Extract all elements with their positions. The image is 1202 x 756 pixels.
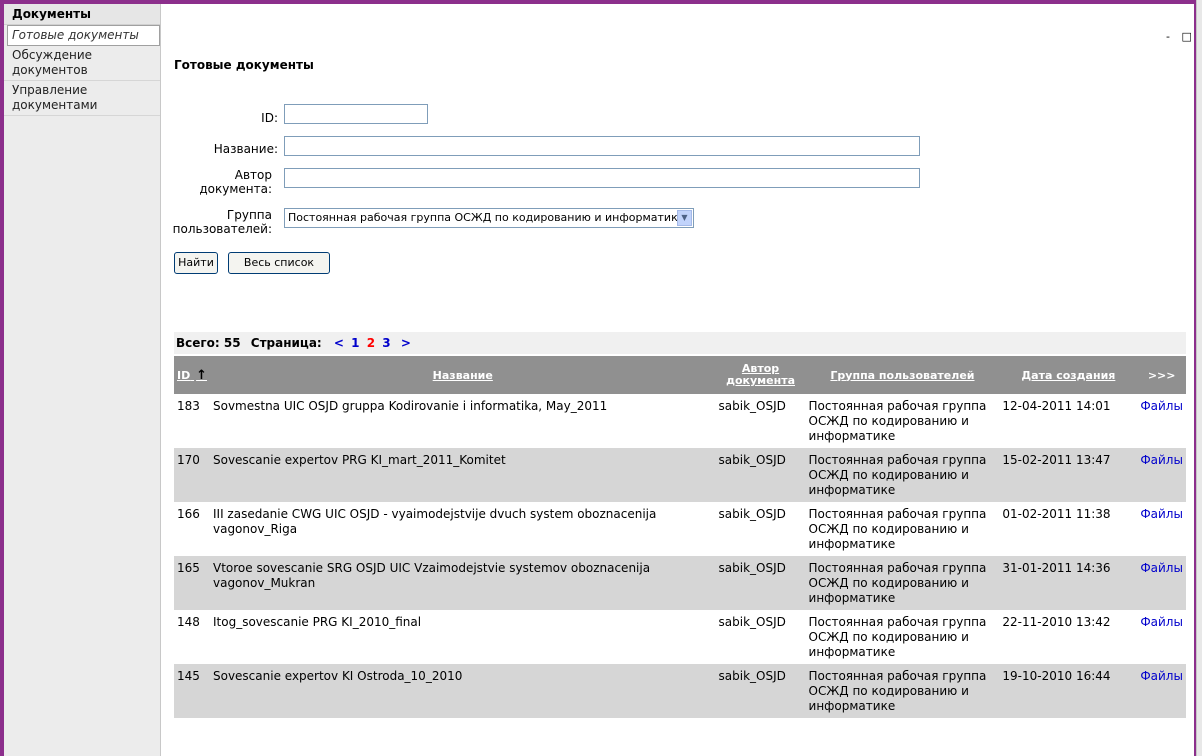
files-link[interactable]: Файлы (1137, 556, 1186, 610)
cell-id: 145 (177, 669, 200, 683)
column-header-more[interactable]: >>> (1137, 356, 1186, 394)
cell-group: Постоянная рабочая группа ОСЖД по кодиро… (808, 507, 987, 551)
prev-page-link[interactable]: < (334, 336, 344, 350)
minimize-icon[interactable]: - (1166, 30, 1170, 43)
column-header-id-label: ID (177, 368, 191, 382)
cell-id: 165 (177, 561, 200, 575)
author-label-line1: Автор (234, 168, 272, 182)
chevron-down-icon[interactable]: ▼ (677, 210, 692, 226)
cell-date: 19-10-2010 16:44 (1002, 669, 1111, 683)
table-row: 183 Sovmestna UIC OSJD gruppa Kodirovani… (174, 394, 1186, 448)
page-link-2[interactable]: 2 (367, 336, 375, 350)
page-title: Готовые документы (174, 58, 314, 72)
table-row: 170 Sovescanie expertov PRG KI_mart_2011… (174, 448, 1186, 502)
author-label-line2: документа: (199, 182, 272, 196)
cell-name: Sovescanie expertov KI Ostroda_10_2010 (212, 669, 463, 683)
table-row: 145 Sovescanie expertov KI Ostroda_10_20… (174, 664, 1186, 718)
cell-date: 31-01-2011 14:36 (1002, 561, 1111, 575)
page-label: Страница: (250, 336, 322, 350)
cell-name: Itog_sovescanie PRG KI_2010_final (212, 615, 422, 629)
column-header-author[interactable]: Автор документа (716, 356, 806, 394)
cell-name: Vtoroe sovescanie SRG OSJD UIC Vzaimodej… (212, 561, 651, 590)
cell-author: sabik_OSJD (718, 399, 786, 413)
pagination-bar: Всего: 55 Страница: < 1 2 3 > (174, 332, 1186, 354)
cell-name: III zasedanie CWG UIC OSJD - vyaimodejst… (212, 507, 657, 536)
table-row: 165 Vtoroe sovescanie SRG OSJD UIC Vzaim… (174, 556, 1186, 610)
sidebar-item-document-discussion[interactable]: Обсуждение документов (4, 46, 160, 81)
sidebar: Документы Готовые документы Обсуждение д… (4, 4, 161, 756)
cell-author: sabik_OSJD (718, 615, 786, 629)
cell-name: Sovmestna UIC OSJD gruppa Kodirovanie i … (212, 399, 608, 413)
name-input[interactable] (284, 136, 920, 156)
cell-id: 148 (177, 615, 200, 629)
cell-date: 22-11-2010 13:42 (1002, 615, 1111, 629)
next-page-link[interactable]: > (401, 336, 411, 350)
page-link-1[interactable]: 1 (351, 336, 359, 350)
total-count: Всего: 55 (176, 336, 241, 350)
sidebar-item-ready-documents[interactable]: Готовые документы (7, 25, 160, 46)
cell-id: 183 (177, 399, 200, 413)
table-row: 148 Itog_sovescanie PRG KI_2010_final sa… (174, 610, 1186, 664)
window-controls: - □ (1158, 30, 1192, 43)
column-header-group[interactable]: Группа пользователей (806, 356, 1000, 394)
author-label: Автор документа: (174, 168, 272, 196)
author-input[interactable] (284, 168, 920, 188)
cell-id: 170 (177, 453, 200, 467)
maximize-icon[interactable]: □ (1181, 30, 1191, 43)
cell-author: sabik_OSJD (718, 453, 786, 467)
cell-group: Постоянная рабочая группа ОСЖД по кодиро… (808, 615, 987, 659)
cell-date: 01-02-2011 11:38 (1002, 507, 1111, 521)
sidebar-header: Документы (4, 4, 160, 25)
cell-group: Постоянная рабочая группа ОСЖД по кодиро… (808, 669, 987, 713)
find-button[interactable]: Найти (174, 252, 218, 274)
cell-name: Sovescanie expertov PRG KI_mart_2011_Kom… (212, 453, 506, 467)
files-link[interactable]: Файлы (1137, 448, 1186, 502)
group-label: Группа пользователей: (164, 208, 272, 236)
vertical-scrollbar[interactable] (1196, 0, 1202, 756)
table-row: 166 III zasedanie CWG UIC OSJD - vyaimod… (174, 502, 1186, 556)
group-label-line1: Группа (226, 208, 272, 222)
files-link[interactable]: Файлы (1137, 610, 1186, 664)
cell-group: Постоянная рабочая группа ОСЖД по кодиро… (808, 453, 987, 497)
sidebar-item-document-management[interactable]: Управление документами (4, 81, 160, 116)
column-header-id[interactable]: ID ↑ (174, 356, 210, 394)
cell-date: 12-04-2011 14:01 (1002, 399, 1111, 413)
cell-group: Постоянная рабочая группа ОСЖД по кодиро… (808, 561, 987, 605)
column-header-name[interactable]: Название (210, 356, 716, 394)
cell-author: sabik_OSJD (718, 507, 786, 521)
sort-ascending-icon: ↑ (196, 367, 207, 383)
show-all-button[interactable]: Весь список (228, 252, 330, 274)
id-label: ID: (261, 111, 278, 125)
files-link[interactable]: Файлы (1137, 502, 1186, 556)
table-header-row: ID ↑ Название Автор документа Группа пол… (174, 356, 1186, 394)
name-label: Название: (213, 142, 278, 156)
page-link-3[interactable]: 3 (382, 336, 390, 350)
documents-table: ID ↑ Название Автор документа Группа пол… (174, 356, 1186, 718)
cell-date: 15-02-2011 13:47 (1002, 453, 1111, 467)
column-header-date[interactable]: Дата создания (999, 356, 1137, 394)
files-link[interactable]: Файлы (1137, 394, 1186, 448)
group-label-line2: пользователей: (172, 222, 272, 236)
cell-author: sabik_OSJD (718, 669, 786, 683)
group-select[interactable]: Постоянная рабочая группа ОСЖД по кодиро… (284, 208, 694, 228)
files-link[interactable]: Файлы (1137, 664, 1186, 718)
cell-id: 166 (177, 507, 200, 521)
id-input[interactable] (284, 104, 428, 124)
cell-author: sabik_OSJD (718, 561, 786, 575)
group-select-value: Постоянная рабочая группа ОСЖД по кодиро… (288, 211, 685, 224)
cell-group: Постоянная рабочая группа ОСЖД по кодиро… (808, 399, 987, 443)
